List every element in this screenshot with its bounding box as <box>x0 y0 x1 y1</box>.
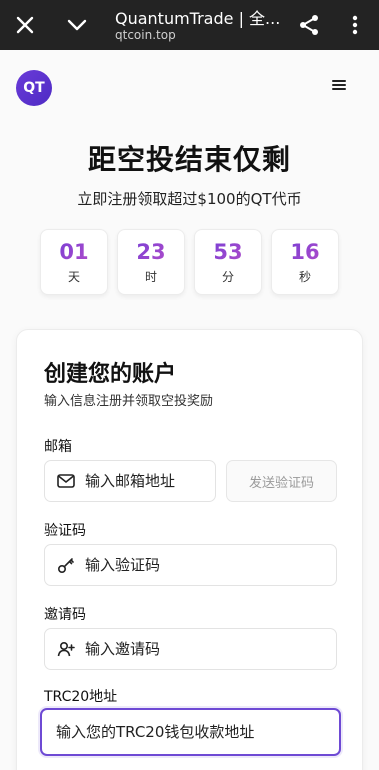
countdown-value: 53 <box>195 240 261 264</box>
hamburger-menu-button[interactable] <box>332 78 350 96</box>
countdown-seconds: 16 秒 <box>271 229 339 295</box>
chevron-down-icon <box>67 19 87 31</box>
hero-subtitle: 立即注册领取超过$100的QT代币 <box>77 190 302 208</box>
countdown-value: 16 <box>272 240 338 264</box>
mail-icon <box>57 472 75 490</box>
more-vertical-icon <box>352 15 358 35</box>
site-header: QT <box>0 50 379 126</box>
email-label: 邮箱 <box>44 439 72 455</box>
browser-toolbar: QuantumTrade | 全... qtcoin.top <box>0 0 379 50</box>
more-options-button[interactable] <box>340 0 370 50</box>
menu-icon <box>332 80 346 82</box>
countdown-value: 01 <box>41 240 107 264</box>
form-subtitle: 输入信息注册并领取空投奖励 <box>44 394 214 409</box>
countdown-unit: 时 <box>144 270 157 284</box>
form-title: 创建您的账户 <box>44 362 177 387</box>
code-field-wrapper <box>44 544 337 586</box>
email-field-wrapper <box>44 460 216 502</box>
countdown-hours: 23 时 <box>117 229 185 295</box>
share-button[interactable] <box>292 0 326 50</box>
countdown-value: 23 <box>118 240 184 264</box>
code-label: 验证码 <box>44 523 86 539</box>
trc20-field-wrapper <box>40 708 341 756</box>
invite-code-input[interactable] <box>85 640 336 658</box>
email-field[interactable] <box>85 472 215 490</box>
invite-field-wrapper <box>44 628 337 670</box>
hero-title: 距空投结束仅剩 <box>87 143 291 176</box>
close-button[interactable] <box>8 0 42 50</box>
tabs-dropdown-button[interactable] <box>60 0 94 50</box>
key-icon <box>57 556 75 574</box>
countdown: 01 天 23 时 53 分 16 秒 <box>40 229 340 295</box>
page-title: QuantumTrade | 全... <box>115 9 280 28</box>
countdown-minutes: 53 分 <box>194 229 262 295</box>
share-icon <box>300 15 318 35</box>
trc20-address-input[interactable] <box>56 723 339 741</box>
send-code-button[interactable]: 发送验证码 <box>226 460 337 502</box>
registration-card: 创建您的账户 输入信息注册并领取空投奖励 邮箱 发送验证码 验证码 邀请码 TR… <box>16 329 363 770</box>
verification-code-input[interactable] <box>85 556 336 574</box>
close-icon <box>16 16 34 34</box>
countdown-unit: 天 <box>67 270 80 284</box>
page-url[interactable]: qtcoin.top <box>115 28 176 42</box>
user-plus-icon <box>57 640 75 658</box>
invite-label: 邀请码 <box>44 607 86 623</box>
logo[interactable]: QT <box>16 70 52 106</box>
countdown-unit: 秒 <box>298 270 311 284</box>
trc20-label: TRC20地址 <box>44 689 118 705</box>
countdown-days: 01 天 <box>40 229 108 295</box>
countdown-unit: 分 <box>221 270 234 284</box>
